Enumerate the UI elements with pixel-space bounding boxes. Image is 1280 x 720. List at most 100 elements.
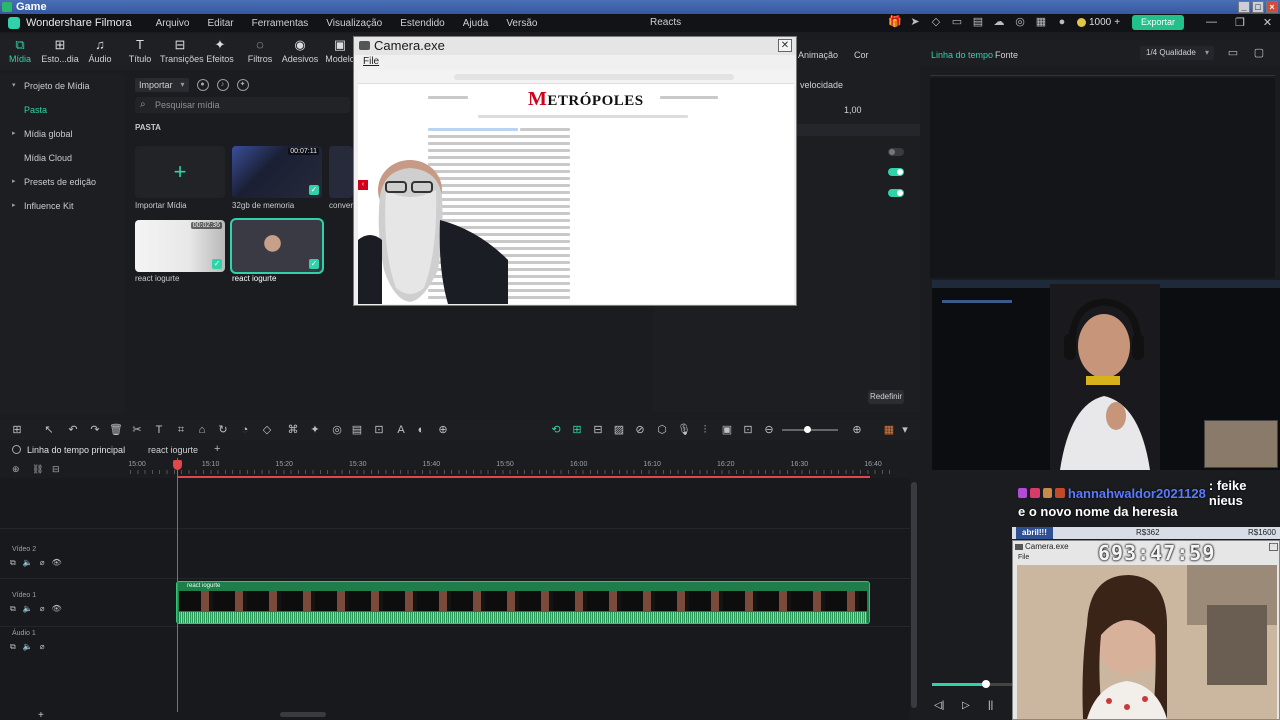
timeline-ruler[interactable]: ⊕ ⛓ ⊟ 15:00 15:10 15:20 15:30 15:40 15:50 16:0… bbox=[0, 458, 910, 478]
keyframe-icon[interactable]: ◇ bbox=[260, 423, 274, 437]
stabilize-icon[interactable]: ▤ bbox=[350, 423, 364, 437]
tab-timeline-preview[interactable]: Linha do tempo bbox=[931, 50, 993, 60]
import-dropdown[interactable]: Importar bbox=[135, 78, 189, 92]
export-button[interactable]: Exportar bbox=[1132, 15, 1184, 30]
crop-icon[interactable]: ⌗ bbox=[174, 423, 188, 437]
tab-cor[interactable]: Cor bbox=[854, 50, 869, 60]
mic-record-icon[interactable]: 🎙 bbox=[677, 423, 691, 437]
media-tile-conver[interactable] bbox=[329, 146, 353, 198]
reset-button[interactable]: Redefinir bbox=[868, 390, 904, 404]
transform-icon[interactable]: ⊡ bbox=[372, 423, 386, 437]
ai-tools-icon[interactable]: ⌘ bbox=[286, 423, 300, 437]
ai-copilot-icon[interactable]: ⟲ bbox=[549, 423, 563, 437]
tab-stock-media[interactable]: ⊞ Esto...dia bbox=[40, 34, 80, 70]
eye-icon[interactable]: 👁 bbox=[52, 604, 62, 614]
credits-counter[interactable]: 1000 + bbox=[1077, 17, 1120, 28]
picture-icon[interactable]: ▨ bbox=[612, 423, 626, 437]
replace-icon[interactable]: ⊘ bbox=[633, 423, 647, 437]
menu-ajuda[interactable]: Ajuda bbox=[463, 18, 489, 29]
zoom-slider[interactable] bbox=[782, 426, 838, 433]
add-credits-icon[interactable]: + bbox=[1114, 17, 1120, 28]
stop-icon[interactable]: || bbox=[988, 700, 993, 711]
speaker-icon[interactable]: 🔈 bbox=[23, 558, 33, 568]
menu-estendido[interactable]: Estendido bbox=[400, 18, 444, 29]
quality-dropdown[interactable]: 1/4 Qualidade bbox=[1140, 46, 1214, 60]
lock-icon[interactable]: ⌀ bbox=[40, 604, 45, 614]
lock-icon[interactable]: ⌀ bbox=[40, 642, 45, 652]
fullscreen-icon[interactable]: ▢ bbox=[1252, 46, 1266, 60]
video-clip[interactable]: react iogurte bbox=[176, 581, 870, 624]
bulb-icon[interactable]: ◇ bbox=[930, 16, 942, 28]
toggle-3[interactable] bbox=[888, 189, 904, 197]
speed-value[interactable]: 1,00 bbox=[844, 105, 862, 115]
shield-icon[interactable]: ⬡ bbox=[655, 423, 669, 437]
camera-window[interactable]: Camera.exe ✕ File METRÓPOLES ‹ bbox=[353, 36, 797, 306]
sidebar-item-influence-kit[interactable]: ▸ Influence Kit bbox=[0, 194, 125, 218]
tab-title[interactable]: T Título bbox=[120, 34, 160, 70]
toggle-1[interactable] bbox=[888, 148, 904, 156]
zoom-in-icon[interactable]: ⊕ bbox=[850, 423, 864, 437]
mask-icon[interactable]: ◎ bbox=[330, 423, 344, 437]
ai-icon[interactable]: ✦ bbox=[236, 79, 249, 91]
tab-stickers[interactable]: ◉ Adesivos bbox=[280, 34, 320, 70]
send-icon[interactable]: ➤ bbox=[909, 16, 921, 28]
play-icon[interactable]: ▷ bbox=[962, 700, 970, 711]
redo-icon[interactable]: ↷ bbox=[88, 423, 102, 437]
playhead-handle[interactable] bbox=[173, 460, 182, 470]
add-track-icon[interactable]: ⊕ bbox=[12, 464, 22, 474]
add-timeline-icon[interactable]: + bbox=[214, 443, 220, 455]
chevron-down-icon[interactable]: ▾ bbox=[898, 423, 912, 437]
select-tool-icon[interactable]: ↖ bbox=[42, 423, 56, 437]
main-timeline-tab[interactable]: Linha do tempo principal bbox=[27, 445, 125, 455]
split-icon[interactable]: ✂ bbox=[130, 423, 144, 437]
gift-icon[interactable]: 🎁 bbox=[888, 16, 902, 28]
speaker-icon[interactable]: 🔈 bbox=[23, 642, 33, 652]
more-icon[interactable]: ⊕ bbox=[436, 423, 450, 437]
track-view-icon[interactable]: ▦ bbox=[882, 423, 896, 437]
sidebar-item-pasta[interactable]: Pasta bbox=[0, 98, 125, 122]
import-media-tile[interactable]: + bbox=[135, 146, 225, 198]
mic-icon[interactable]: ♪ bbox=[216, 79, 229, 91]
link-icon[interactable]: ⛓ bbox=[32, 464, 43, 474]
folder-icon[interactable]: ⧉ bbox=[10, 604, 16, 614]
camera-file-menu[interactable]: File bbox=[363, 56, 379, 67]
tag-icon[interactable]: ⌂ bbox=[195, 423, 209, 437]
filmora-close-icon[interactable]: ✕ bbox=[1263, 16, 1272, 29]
sidebar-item-projeto[interactable]: ▾ Projeto de Mídia bbox=[0, 74, 125, 98]
sidebar-item-midia-global[interactable]: ▸ Mídia global bbox=[0, 122, 125, 146]
timeline-vertical-scrollbar[interactable] bbox=[910, 478, 918, 714]
sub-timeline-tab[interactable]: react iogurte bbox=[148, 445, 198, 455]
zoom-out-icon[interactable]: ⊖ bbox=[762, 423, 776, 437]
timeline-horizontal-scrollbar[interactable] bbox=[280, 712, 326, 717]
headset-icon[interactable]: ◎ bbox=[1014, 16, 1026, 28]
magnet-icon[interactable]: ⊟ bbox=[52, 464, 62, 474]
sidebar-item-midia-cloud[interactable]: Mídia Cloud bbox=[0, 146, 125, 170]
filmora-restore-icon[interactable]: ❐ bbox=[1235, 16, 1245, 29]
sidebar-item-presets[interactable]: ▸ Presets de edição bbox=[0, 170, 125, 194]
record-icon[interactable]: ● bbox=[196, 79, 209, 91]
zoom-slider-knob[interactable] bbox=[804, 426, 811, 433]
render-icon[interactable]: ⊟ bbox=[591, 423, 605, 437]
eye-icon[interactable]: 👁 bbox=[52, 558, 62, 568]
subtitle-icon[interactable]: ⊡ bbox=[741, 423, 755, 437]
undo-icon[interactable]: ↶ bbox=[66, 423, 80, 437]
audio-mixer-icon[interactable]: ⫶ bbox=[698, 423, 712, 437]
prev-frame-icon[interactable]: ◁| bbox=[934, 700, 944, 711]
lock-icon[interactable]: ⌀ bbox=[40, 558, 45, 568]
media-tile-32gb[interactable]: 00:07:11 ✓ bbox=[232, 146, 322, 198]
delete-icon[interactable]: 🗑 bbox=[109, 423, 123, 437]
folder-icon[interactable]: ⧉ bbox=[10, 558, 16, 568]
menu-versao[interactable]: Versão bbox=[506, 18, 537, 29]
text-icon[interactable]: T bbox=[152, 423, 166, 437]
playback-slider[interactable] bbox=[932, 680, 1012, 688]
close-icon[interactable]: × bbox=[1266, 1, 1278, 13]
tab-source-preview[interactable]: Fonte bbox=[995, 50, 1018, 60]
layout-grid-icon[interactable]: ⊞ bbox=[10, 423, 24, 437]
scene-icon[interactable]: ▣ bbox=[720, 423, 734, 437]
menu-visualizacao[interactable]: Visualização bbox=[326, 18, 382, 29]
cloud-icon[interactable]: ☁ bbox=[993, 16, 1005, 28]
auto-sync-icon[interactable]: ⊞ bbox=[570, 423, 584, 437]
playhead[interactable] bbox=[177, 458, 178, 712]
grid-icon[interactable]: ▦ bbox=[1035, 16, 1047, 28]
tab-transitions[interactable]: ⊟ Transições bbox=[160, 34, 204, 70]
